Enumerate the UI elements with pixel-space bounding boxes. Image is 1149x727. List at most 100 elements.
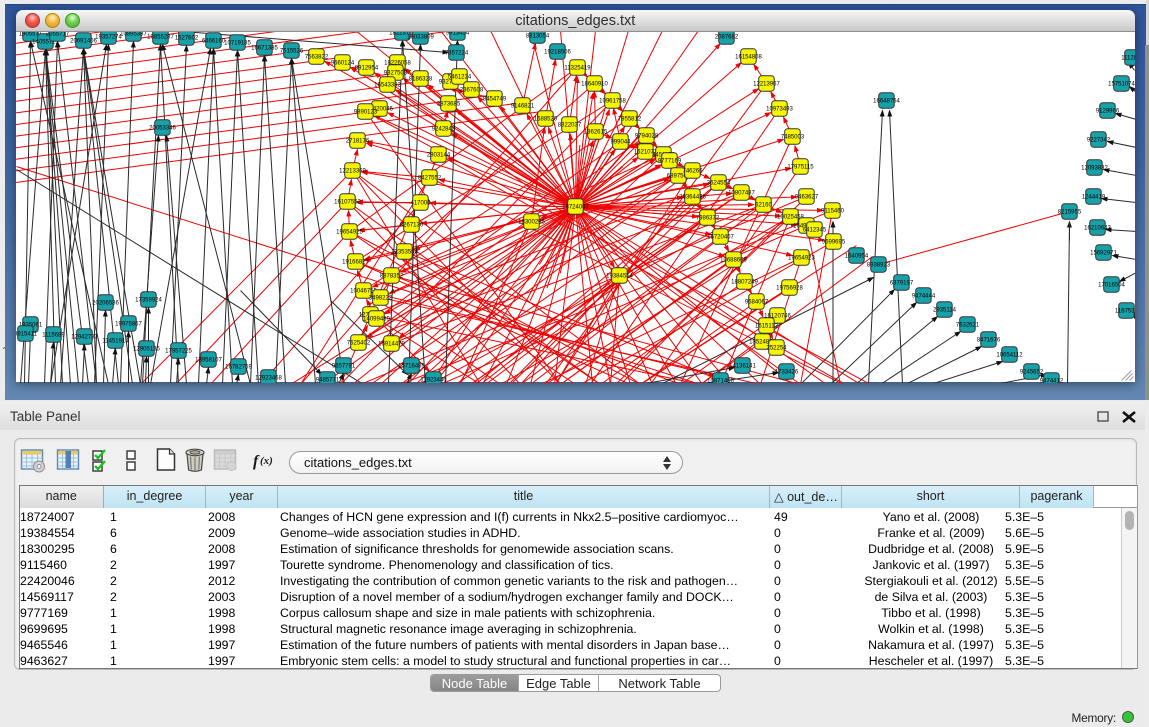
svg-text:12905135: 12905135 (133, 346, 160, 352)
svg-text:19975867: 19975867 (115, 321, 142, 327)
svg-text:8267130: 8267130 (399, 222, 423, 228)
svg-text:16671385: 16671385 (251, 45, 278, 51)
svg-text:1733426: 1733426 (774, 369, 798, 375)
svg-text:9115460: 9115460 (821, 208, 845, 214)
svg-text:14136141: 14136141 (729, 363, 756, 369)
svg-text:16914479: 16914479 (378, 341, 405, 347)
svg-text:8471676: 8471676 (976, 337, 1000, 343)
svg-text:1115689: 1115689 (42, 332, 65, 338)
svg-text:10688609: 10688609 (720, 257, 747, 263)
svg-text:17016504: 17016504 (1098, 282, 1125, 288)
svg-text:19357274: 19357274 (95, 34, 122, 40)
svg-text:10973493: 10973493 (766, 106, 793, 112)
svg-text:2367608: 2367608 (459, 87, 483, 93)
svg-text:10807487: 10807487 (728, 190, 755, 196)
svg-text:8912954: 8912954 (354, 65, 378, 71)
svg-text:9913454: 9913454 (445, 32, 469, 37)
svg-text:19384554: 19384554 (606, 273, 633, 279)
svg-text:10961758: 10961758 (599, 98, 626, 104)
svg-text:17975115: 17975115 (787, 164, 814, 170)
svg-text:417006: 417006 (410, 200, 431, 206)
svg-text:3624554: 3624554 (706, 180, 730, 186)
svg-text:1362615: 1362615 (583, 129, 607, 135)
svg-text:7357224: 7357224 (444, 50, 468, 56)
svg-text:7515526: 7515526 (279, 48, 303, 54)
svg-text:2087682: 2087682 (714, 34, 738, 40)
svg-text:1640954: 1640954 (844, 253, 868, 259)
svg-text:15716485: 15716485 (398, 363, 425, 369)
svg-text:7986372: 7986372 (695, 215, 719, 221)
svg-text:2803144: 2803144 (426, 152, 450, 158)
svg-text:20206536: 20206536 (92, 300, 119, 306)
svg-text:252254: 252254 (766, 345, 787, 351)
svg-text:11451914: 11451914 (102, 338, 129, 344)
svg-text:11923446: 11923446 (420, 377, 447, 383)
svg-text:17957225: 17957225 (165, 348, 192, 354)
svg-text:19654923: 19654923 (788, 255, 815, 261)
svg-text:18807249: 18807249 (731, 279, 758, 285)
svg-text:8454749: 8454749 (482, 96, 506, 102)
svg-text:10855287: 10855287 (147, 34, 174, 40)
svg-text:8878352: 8878352 (379, 273, 403, 279)
svg-text:17359924: 17359924 (135, 297, 162, 303)
svg-text:16033809: 16033809 (407, 34, 434, 40)
svg-text:16648764: 16648764 (873, 98, 900, 104)
svg-text:1167533: 1167533 (1115, 308, 1135, 314)
svg-text:12923468: 12923468 (255, 375, 282, 381)
svg-text:9242848: 9242848 (431, 126, 455, 132)
svg-text:5461234: 5461234 (447, 74, 471, 80)
svg-text:1244419: 1244419 (1081, 194, 1105, 200)
svg-text:9146821: 9146821 (510, 103, 534, 109)
svg-text:9245652: 9245652 (1019, 369, 1043, 375)
svg-text:999044: 999044 (610, 139, 631, 145)
svg-text:1615112: 1615112 (755, 323, 779, 329)
svg-text:1112865: 1112865 (1121, 55, 1135, 61)
svg-text:12942737: 12942737 (71, 334, 98, 340)
svg-text:3915411: 3915411 (16, 331, 38, 337)
svg-text:8322037: 8322037 (557, 122, 581, 128)
svg-text:20691406: 20691406 (70, 38, 97, 44)
svg-text:8938923: 8938923 (866, 262, 890, 268)
svg-text:8186328: 8186328 (408, 76, 432, 82)
svg-text:18724007: 18724007 (562, 204, 589, 210)
svg-text:9890123: 9890123 (353, 109, 377, 115)
svg-text:16210643: 16210643 (1084, 225, 1111, 231)
svg-text:7485003: 7485003 (780, 134, 804, 140)
svg-text:19756928: 19756928 (776, 285, 803, 291)
svg-text:f: f (253, 453, 260, 470)
svg-text:18300295: 18300295 (518, 219, 545, 225)
svg-text:9474444: 9474444 (911, 293, 935, 299)
svg-text:9485771: 9485771 (315, 377, 339, 383)
svg-text:3873685: 3873685 (436, 101, 460, 107)
svg-text:10654112: 10654112 (996, 352, 1023, 358)
svg-text:9699695: 9699695 (821, 239, 845, 245)
svg-text:7955812: 7955812 (617, 116, 641, 122)
svg-text:16543382: 16543382 (374, 82, 401, 88)
svg-text:6412345: 6412345 (802, 227, 826, 233)
svg-text:20053346: 20053346 (149, 125, 176, 131)
svg-text:7563822: 7563822 (304, 54, 328, 60)
svg-text:19654925: 19654925 (336, 229, 363, 235)
svg-text:9227342: 9227342 (1086, 137, 1110, 143)
svg-text:12353504: 12353504 (391, 249, 418, 255)
svg-text:12213967: 12213967 (753, 81, 780, 87)
svg-text:9474412: 9474412 (1039, 378, 1063, 383)
svg-text:14099489: 14099489 (363, 316, 390, 322)
svg-text:7625402: 7625402 (346, 340, 370, 346)
svg-text:(x): (x) (260, 455, 273, 467)
svg-text:7632621: 7632621 (955, 322, 979, 328)
svg-text:9463627: 9463627 (794, 194, 818, 200)
svg-text:15692971: 15692971 (1090, 250, 1117, 256)
svg-text:9657791: 9657791 (331, 363, 355, 369)
svg-text:18640910: 18640910 (581, 81, 608, 87)
svg-text:2935114: 2935114 (933, 307, 957, 313)
svg-text:20364436: 20364436 (679, 194, 706, 200)
svg-text:16782759: 16782759 (225, 364, 252, 370)
svg-text:15751074: 15751074 (1108, 81, 1135, 87)
svg-text:12093832: 12093832 (1081, 165, 1108, 171)
svg-text:8215955: 8215955 (1057, 209, 1081, 215)
svg-text:6466160: 6466160 (201, 38, 225, 44)
svg-text:62160: 62160 (755, 202, 772, 208)
svg-text:12213369: 12213369 (339, 168, 366, 174)
svg-text:1588520: 1588520 (533, 116, 557, 122)
